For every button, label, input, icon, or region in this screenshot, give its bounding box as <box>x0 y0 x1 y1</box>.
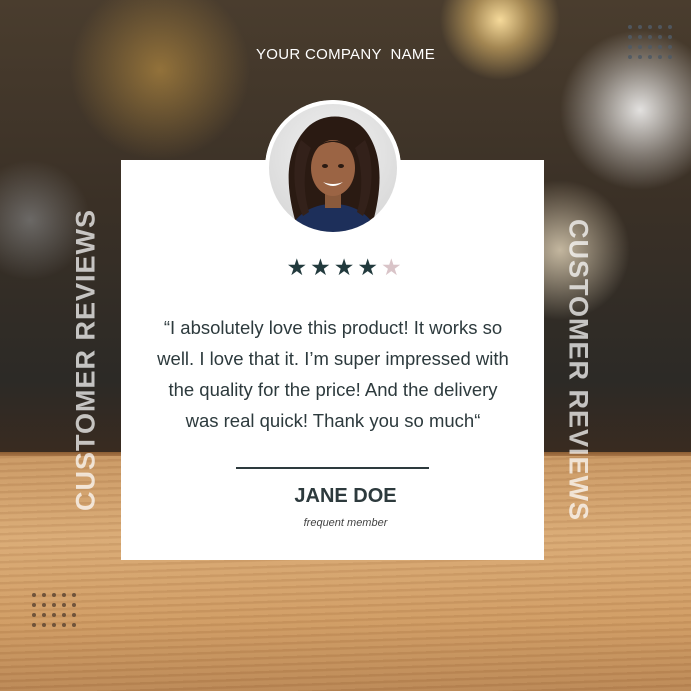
company-name: YOUR COMPANY NAME <box>255 46 436 63</box>
reviewer-name: JANE DOE <box>294 485 397 507</box>
star-icon: ★ <box>333 254 358 280</box>
divider <box>236 467 429 469</box>
star-icon: ★ <box>310 254 334 280</box>
reviewer-role: frequent member <box>303 517 388 529</box>
review-poster: YOUR COMPANY NAME CUSTOMER REVIEWS CUSTO… <box>0 0 691 691</box>
review-quote: “I absolutely love this product! It work… <box>157 317 509 431</box>
avatar <box>265 100 401 236</box>
reviewer-portrait-icon <box>265 100 401 236</box>
star-icon: ★ <box>357 254 381 280</box>
star-rating: ★★★★★ <box>0 254 691 281</box>
star-outline-icon: ★ <box>380 254 405 280</box>
decor-dots-bottom-left <box>32 593 76 627</box>
star-icon: ★ <box>286 254 311 280</box>
